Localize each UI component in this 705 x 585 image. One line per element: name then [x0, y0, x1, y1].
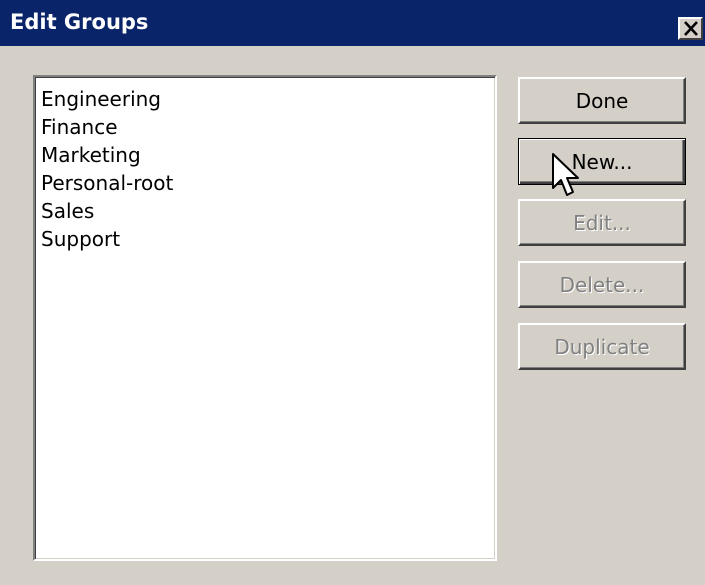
- new-button[interactable]: New...: [518, 138, 686, 185]
- dialog-title: Edit Groups: [10, 10, 149, 34]
- list-item[interactable]: Personal-root: [41, 169, 173, 197]
- close-icon: [684, 21, 698, 36]
- edit-button[interactable]: Edit...: [518, 199, 686, 246]
- done-button[interactable]: Done: [518, 77, 686, 124]
- duplicate-button[interactable]: Duplicate: [518, 323, 686, 370]
- list-item[interactable]: Sales: [41, 197, 173, 225]
- edit-groups-dialog: Edit Groups Engineering Finance Marketin…: [0, 0, 705, 585]
- close-button[interactable]: [678, 17, 703, 40]
- groups-list: Engineering Finance Marketing Personal-r…: [41, 85, 173, 253]
- title-bar[interactable]: Edit Groups: [0, 0, 705, 46]
- list-item[interactable]: Engineering: [41, 85, 173, 113]
- list-item[interactable]: Marketing: [41, 141, 173, 169]
- mouse-pointer-icon: [552, 153, 579, 196]
- list-item[interactable]: Finance: [41, 113, 173, 141]
- groups-listbox[interactable]: Engineering Finance Marketing Personal-r…: [33, 75, 497, 561]
- delete-button[interactable]: Delete...: [518, 261, 686, 308]
- list-item[interactable]: Support: [41, 225, 173, 253]
